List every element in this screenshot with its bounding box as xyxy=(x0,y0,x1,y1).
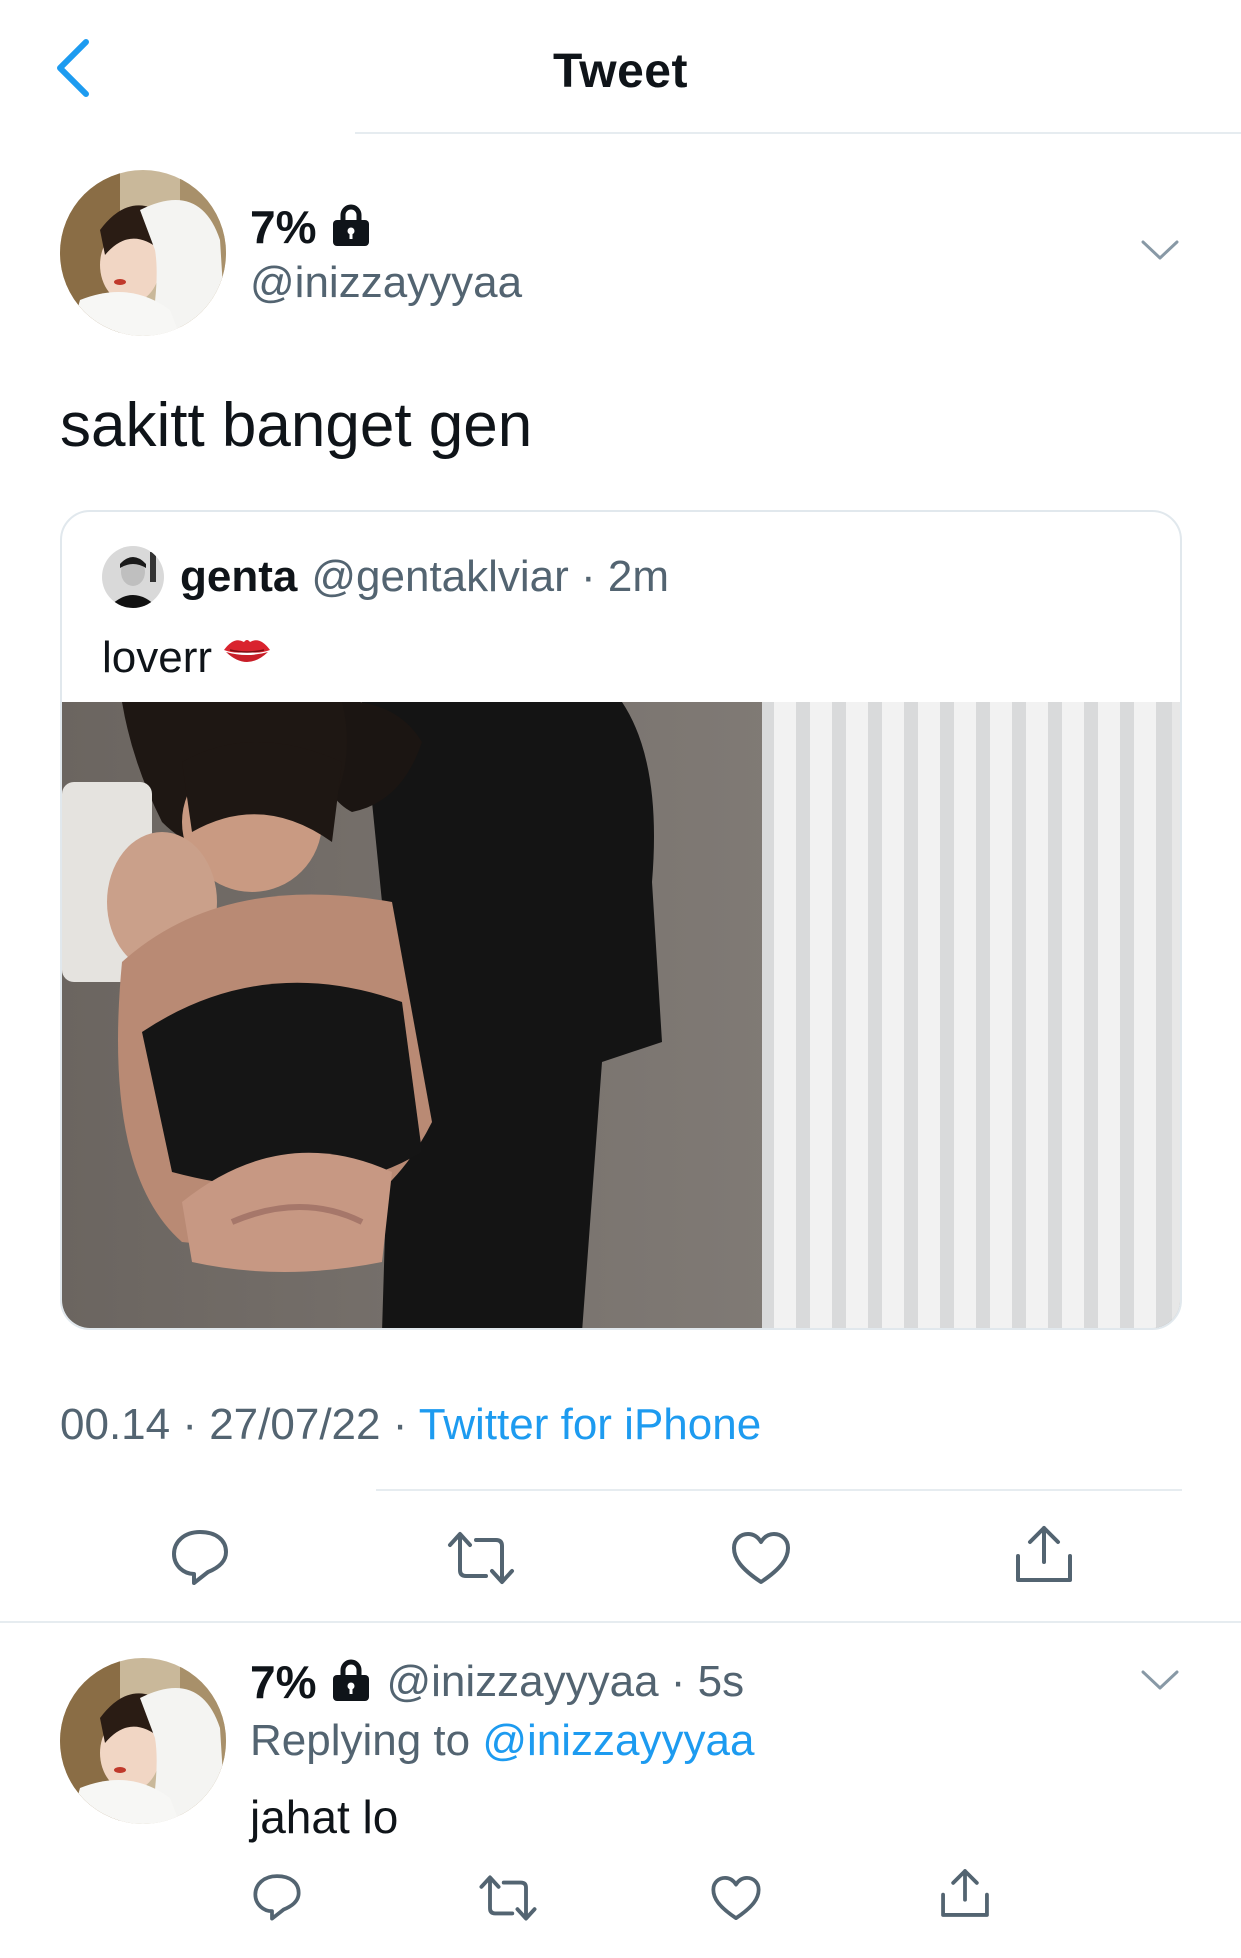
quoted-text: loverr xyxy=(102,632,213,682)
replying-to-prefix: Replying to xyxy=(250,1716,483,1765)
author-name-row: 7% xyxy=(250,200,372,254)
reply-options-button[interactable] xyxy=(1140,1668,1180,1697)
header-divider xyxy=(355,132,1241,134)
lock-icon xyxy=(330,1658,372,1707)
retweet-icon xyxy=(448,1532,514,1584)
tweet-timestamp: 00.14 · 27/07/22 · xyxy=(60,1400,419,1449)
reply-text: jahat lo xyxy=(250,1791,399,1843)
retweet-button[interactable] xyxy=(446,1530,516,1591)
quoted-author-avatar xyxy=(102,546,164,608)
like-button[interactable] xyxy=(730,1530,792,1591)
replying-to: Replying to @inizzayyyaa xyxy=(250,1716,754,1766)
share-icon xyxy=(1016,1526,1072,1582)
reply-header: 7% @inizzayyyaa · 5s xyxy=(250,1655,744,1709)
meta-divider xyxy=(376,1489,1182,1491)
lips-emoji-icon xyxy=(220,630,274,685)
reply-display-name[interactable]: 7% xyxy=(250,1655,316,1709)
replying-to-mention[interactable]: @inizzayyyaa xyxy=(482,1716,754,1765)
tweet-source-link[interactable]: Twitter for iPhone xyxy=(419,1400,761,1449)
author-avatar[interactable] xyxy=(60,170,226,336)
chevron-down-icon xyxy=(1141,1670,1179,1690)
reply-reply-button[interactable] xyxy=(252,1872,302,1927)
reply-like-button[interactable] xyxy=(710,1874,762,1927)
like-icon xyxy=(711,1875,761,1921)
quoted-tweet-card[interactable]: genta @gentaklviar · 2m loverr xyxy=(60,510,1182,1330)
share-button[interactable] xyxy=(1012,1522,1076,1591)
reply-author-avatar[interactable] xyxy=(60,1658,226,1824)
tweet-meta: 00.14 · 27/07/22 · Twitter for iPhone xyxy=(60,1400,761,1450)
author-display-name[interactable]: 7% xyxy=(250,200,316,254)
tweet-options-button[interactable] xyxy=(1140,238,1180,267)
actions-divider xyxy=(0,1621,1241,1623)
lock-icon xyxy=(330,203,372,252)
like-icon xyxy=(732,1532,790,1584)
author-handle-row: @inizzayyyaa xyxy=(250,258,522,308)
reply-icon xyxy=(253,1874,301,1921)
author-handle[interactable]: @inizzayyyaa xyxy=(250,258,522,308)
quoted-display-name: genta xyxy=(180,552,298,601)
reply-share-button[interactable] xyxy=(938,1866,992,1925)
reply-button[interactable] xyxy=(170,1528,230,1591)
quoted-photo[interactable] xyxy=(62,700,1180,1328)
reply-retweet-button[interactable] xyxy=(478,1874,538,1927)
share-icon xyxy=(941,1869,989,1917)
quoted-text-row: loverr xyxy=(102,630,274,685)
retweet-icon xyxy=(479,1875,537,1921)
reply-handle-time[interactable]: @inizzayyyaa · 5s xyxy=(386,1657,744,1707)
tweet-text: sakitt banget gen xyxy=(60,391,533,460)
quoted-header: genta @gentaklviar · 2m xyxy=(180,552,669,602)
top-bar: Tweet xyxy=(0,0,1241,134)
reply-icon xyxy=(172,1530,228,1585)
quoted-handle-time: @gentaklviar · 2m xyxy=(311,552,670,601)
chevron-down-icon xyxy=(1141,240,1179,260)
page-title: Tweet xyxy=(553,45,688,98)
